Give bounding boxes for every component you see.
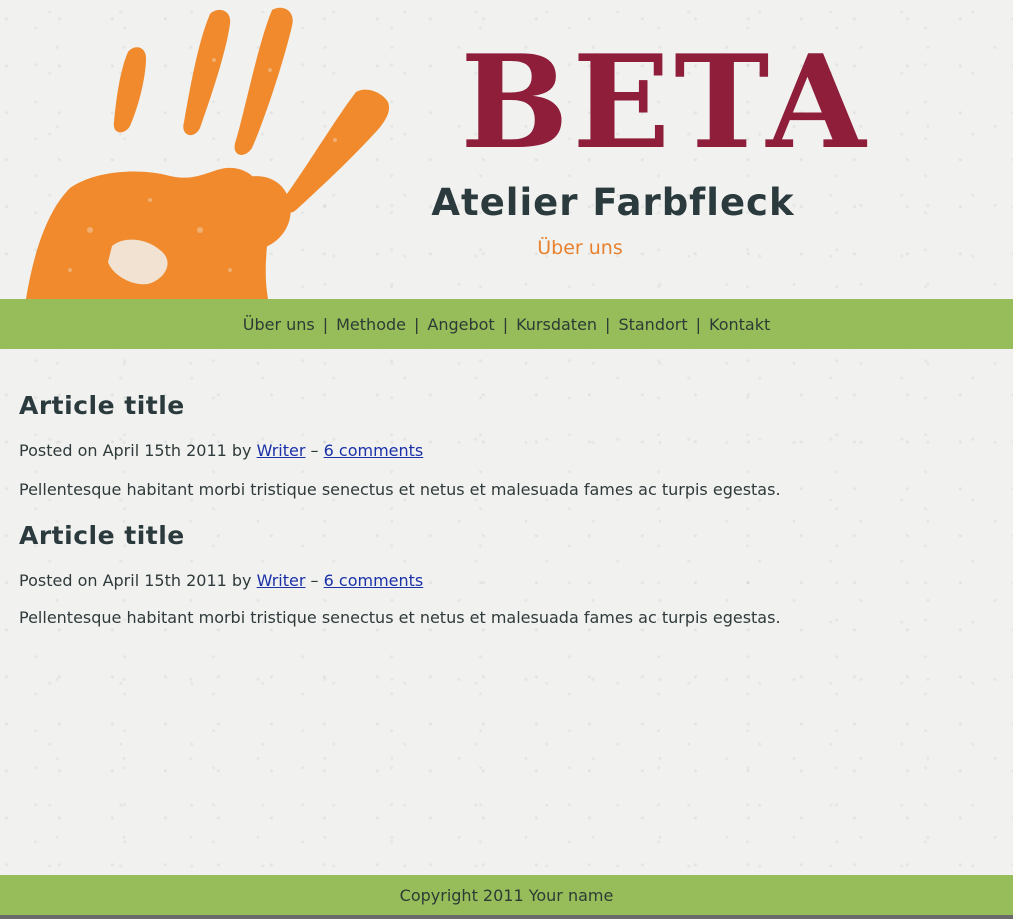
nav-item-kursdaten[interactable]: Kursdaten (514, 315, 599, 334)
posted-date-text: Posted on April 15th 2011 by (19, 571, 252, 590)
bottom-edge-divider (0, 915, 1013, 919)
comments-link[interactable]: 6 comments (324, 441, 424, 460)
nav-separator: | (502, 314, 509, 334)
nav-separator: | (322, 314, 329, 334)
nav-separator: | (605, 314, 611, 334)
main-navigation: Über uns | Methode | Angebot | Kursdaten… (0, 299, 1013, 349)
author-link[interactable]: Writer (257, 571, 306, 590)
author-link[interactable]: Writer (257, 441, 306, 460)
article-excerpt: Pellentesque habitant morbi tristique se… (19, 608, 781, 627)
nav-item-methode[interactable]: Methode (334, 315, 408, 334)
site-title: Atelier Farbfleck (431, 181, 795, 224)
site-header: BETA Atelier Farbfleck Über uns (0, 0, 1013, 299)
nav-item-angebot[interactable]: Angebot (425, 315, 496, 334)
page-subtitle: Über uns (537, 237, 623, 259)
comments-link[interactable]: 6 comments (324, 571, 424, 590)
nav-separator: | (413, 314, 420, 334)
nav-separator: | (695, 314, 701, 334)
beta-logo-text: BETA (460, 28, 870, 178)
nav-item-ueber-uns[interactable]: Über uns (241, 315, 317, 334)
article-title[interactable]: Article title (19, 519, 185, 553)
copyright-text: Copyright 2011 Your name (399, 885, 614, 905)
nav-item-kontakt[interactable]: Kontakt (707, 315, 772, 334)
meta-dash: – (310, 571, 319, 590)
article-title[interactable]: Article title (19, 389, 185, 423)
article-meta: Posted on April 15th 2011 by Writer – 6 … (19, 439, 423, 463)
nav-item-standort[interactable]: Standort (616, 315, 689, 334)
handprint-logo-icon (26, 7, 390, 299)
meta-dash: – (310, 441, 319, 460)
site-footer: Copyright 2011 Your name (0, 875, 1013, 915)
article-meta: Posted on April 15th 2011 by Writer – 6 … (19, 569, 423, 593)
posted-date-text: Posted on April 15th 2011 by (19, 441, 252, 460)
article-excerpt: Pellentesque habitant morbi tristique se… (19, 480, 781, 499)
